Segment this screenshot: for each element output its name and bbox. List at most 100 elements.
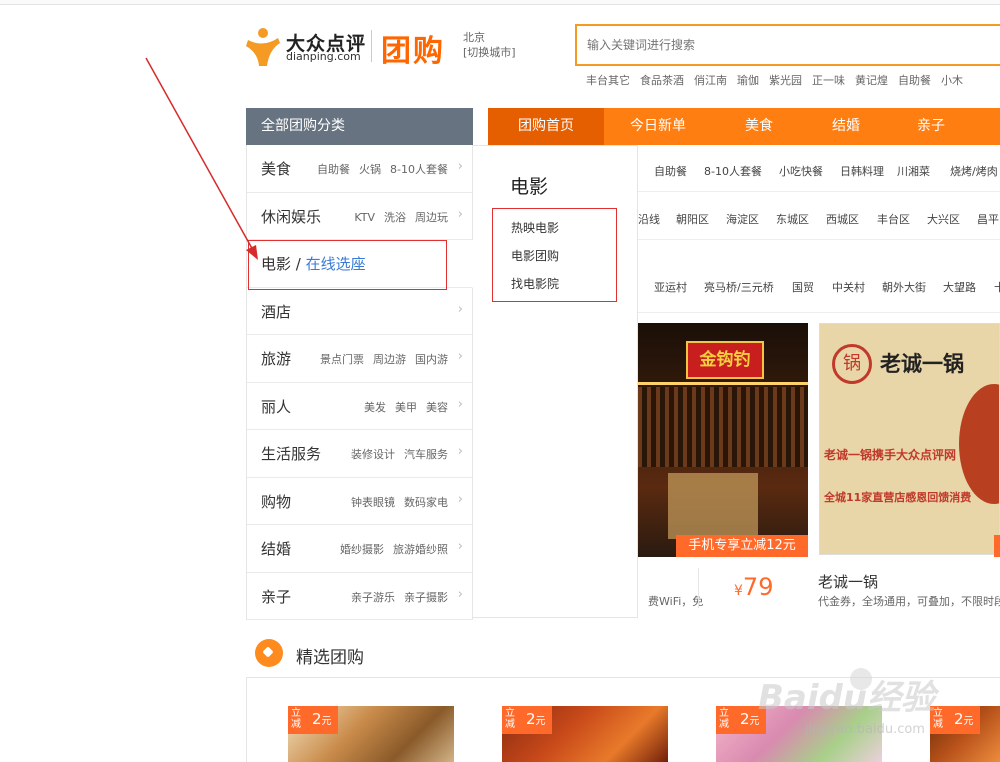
all-categories-header[interactable]: 全部团购分类 bbox=[246, 108, 473, 145]
nav-tab-food[interactable]: 美食 bbox=[745, 108, 773, 145]
neon-strip bbox=[638, 382, 808, 385]
chevron-right-icon: › bbox=[457, 206, 463, 222]
hotword-link[interactable]: 瑜伽 bbox=[737, 74, 759, 87]
featured-deal-thumb[interactable]: 立减 2元 bbox=[288, 706, 454, 762]
filter-link[interactable]: 西城区 bbox=[826, 211, 859, 227]
subcategory-link[interactable]: 周边游 bbox=[373, 353, 406, 366]
subcategory-link[interactable]: 钟表眼镜 bbox=[351, 496, 395, 509]
now-showing-link[interactable]: 热映电影 bbox=[511, 219, 559, 236]
top-border bbox=[0, 0, 1000, 5]
category-beauty[interactable]: 丽人 美发 美甲 美容 › bbox=[247, 382, 473, 430]
subcategory-link[interactable]: 景点门票 bbox=[320, 353, 364, 366]
category-entertainment[interactable]: 休闲娱乐 KTV 洗浴 周边玩 › bbox=[247, 192, 473, 240]
filter-link[interactable]: 大兴区 bbox=[927, 211, 960, 227]
subcategory-link[interactable]: 洗浴 bbox=[384, 211, 406, 224]
image-promo-text: 老诚一锅携手大众点评网 bbox=[824, 448, 957, 462]
subcategory-link[interactable]: 汽车服务 bbox=[404, 448, 448, 461]
filter-link[interactable]: 小吃快餐 bbox=[779, 163, 823, 179]
hotword-link[interactable]: 小木 bbox=[941, 74, 963, 87]
filter-link[interactable]: 大望路 bbox=[943, 279, 976, 295]
switch-city-link[interactable]: [切换城市] bbox=[463, 45, 516, 60]
badge-edge bbox=[994, 535, 1000, 557]
subcategory-link[interactable]: 亲子游乐 bbox=[351, 591, 395, 604]
category-life-services[interactable]: 生活服务 装修设计 汽车服务 › bbox=[247, 430, 473, 478]
category-travel[interactable]: 旅游 景点门票 周边游 国内游 › bbox=[247, 335, 473, 383]
filter-link[interactable]: 烧烤/烤肉 bbox=[950, 163, 998, 179]
category-shopping[interactable]: 购物 钟表眼镜 数码家电 › bbox=[247, 477, 473, 525]
deal-image-restaurant[interactable]: 金钩钓 bbox=[638, 323, 808, 557]
find-cinema-link[interactable]: 找电影院 bbox=[511, 275, 559, 292]
search-input[interactable] bbox=[577, 26, 1000, 64]
category-label: 结婚 bbox=[261, 540, 292, 558]
hot-search-words: 丰台其它 食品茶酒 俏江南 瑜伽 紫光园 正一味 黄记煌 自助餐 小木 bbox=[586, 72, 973, 88]
nav-tab-wedding[interactable]: 结婚 bbox=[832, 108, 860, 145]
subcategory-link[interactable]: 数码家电 bbox=[404, 496, 448, 509]
subcategory-link[interactable]: KTV bbox=[354, 211, 375, 224]
dish-image bbox=[959, 384, 999, 504]
filter-link[interactable]: 川湘菜 bbox=[897, 163, 930, 179]
chevron-right-icon: › bbox=[457, 539, 463, 554]
filter-link[interactable]: 自助餐 bbox=[654, 163, 687, 179]
category-label: 酒店 bbox=[261, 302, 292, 321]
filter-link[interactable]: 昌平 bbox=[977, 211, 999, 227]
filter-link[interactable]: 沿线 bbox=[638, 211, 660, 227]
category-hotel[interactable]: 酒店 › bbox=[247, 287, 473, 335]
filter-link[interactable]: 亮马桥/三元桥 bbox=[704, 279, 774, 295]
category-movie[interactable]: 电影 / 在线选座 bbox=[247, 240, 473, 288]
subcategory-link[interactable]: 国内游 bbox=[415, 353, 448, 366]
hotword-link[interactable]: 紫光园 bbox=[769, 74, 802, 87]
movie-submenu-popup: 电影 热映电影 电影团购 找电影院 bbox=[473, 145, 638, 618]
deal-image-hotpot[interactable]: 锅 老诚一锅 老诚一锅携手大众点评网 全城11家直营店感恩回馈消费 bbox=[819, 323, 1000, 555]
subcategory-link[interactable]: 火锅 bbox=[359, 163, 381, 176]
chevron-right-icon: › bbox=[457, 444, 463, 459]
filter-row-area: 亚运村 亮马桥/三元桥 国贸 中关村 朝外大街 大望路 十 bbox=[638, 241, 1000, 313]
subcategory-link[interactable]: 美发 bbox=[364, 401, 386, 414]
filter-link[interactable]: 丰台区 bbox=[877, 211, 910, 227]
storefront-pattern bbox=[638, 387, 808, 467]
filter-link[interactable]: 国贸 bbox=[792, 279, 814, 295]
filter-link[interactable]: 朝外大街 bbox=[882, 279, 926, 295]
subcategory-link[interactable]: 美容 bbox=[426, 401, 448, 414]
subcategory-link[interactable]: 美甲 bbox=[395, 401, 417, 414]
hotword-link[interactable]: 正一味 bbox=[812, 74, 845, 87]
hotword-link[interactable]: 黄记煌 bbox=[855, 74, 888, 87]
hotword-link[interactable]: 丰台其它 bbox=[586, 74, 630, 87]
deal-title[interactable]: 老诚一锅 bbox=[818, 571, 878, 592]
featured-deal-thumb[interactable]: 立减 2元 bbox=[502, 706, 668, 762]
movie-deals-link[interactable]: 电影团购 bbox=[511, 247, 559, 264]
category-wedding[interactable]: 结婚 婚纱摄影 旅游婚纱照 › bbox=[247, 525, 473, 573]
nav-tab-home[interactable]: 团购首页 bbox=[488, 108, 604, 145]
hotword-link[interactable]: 自助餐 bbox=[898, 74, 931, 87]
subcategory-link[interactable]: 8-10人套餐 bbox=[390, 163, 448, 176]
featured-deal-thumb[interactable]: 立减 2元 bbox=[930, 706, 1000, 762]
category-parenting[interactable]: 亲子 亲子游乐 亲子摄影 › bbox=[247, 572, 473, 620]
category-label: 休闲娱乐 bbox=[261, 207, 322, 226]
filter-link[interactable]: 8-10人套餐 bbox=[704, 163, 762, 179]
subcategory-link[interactable]: 装修设计 bbox=[351, 448, 395, 461]
nav-tab-new-today[interactable]: 今日新单 bbox=[630, 108, 686, 145]
filter-link[interactable]: 日韩料理 bbox=[840, 163, 884, 179]
subcategory-link[interactable]: 旅游婚纱照 bbox=[393, 543, 448, 556]
hotword-link[interactable]: 食品茶酒 bbox=[640, 74, 684, 87]
subcategory-link[interactable]: 周边玩 bbox=[415, 211, 448, 224]
online-seat-selection-link[interactable]: 在线选座 bbox=[306, 255, 366, 273]
deal-price: ¥79 bbox=[734, 573, 773, 601]
filter-link[interactable]: 东城区 bbox=[776, 211, 809, 227]
chevron-right-icon: › bbox=[457, 301, 463, 317]
chevron-right-icon: › bbox=[457, 159, 463, 174]
subcategory-link[interactable]: 自助餐 bbox=[317, 163, 350, 176]
filter-link[interactable]: 十 bbox=[994, 279, 1000, 295]
filter-link[interactable]: 中关村 bbox=[832, 279, 865, 295]
hotword-link[interactable]: 俏江南 bbox=[694, 74, 727, 87]
logo-domain[interactable]: dianping.com bbox=[286, 50, 361, 63]
filter-link[interactable]: 朝阳区 bbox=[676, 211, 709, 227]
subcategory-link[interactable]: 婚纱摄影 bbox=[340, 543, 384, 556]
city-selector[interactable]: 北京 [切换城市] bbox=[463, 30, 516, 60]
subcategory-link[interactable]: 亲子摄影 bbox=[404, 591, 448, 604]
filter-link[interactable]: 海淀区 bbox=[726, 211, 759, 227]
category-food[interactable]: 美食 自助餐 火锅 8-10人套餐 › bbox=[247, 145, 473, 193]
product-title[interactable]: 团购 bbox=[381, 26, 445, 70]
nav-tab-parenting[interactable]: 亲子 bbox=[917, 108, 945, 145]
filter-link[interactable]: 亚运村 bbox=[654, 279, 687, 295]
search-box[interactable] bbox=[575, 24, 1000, 66]
